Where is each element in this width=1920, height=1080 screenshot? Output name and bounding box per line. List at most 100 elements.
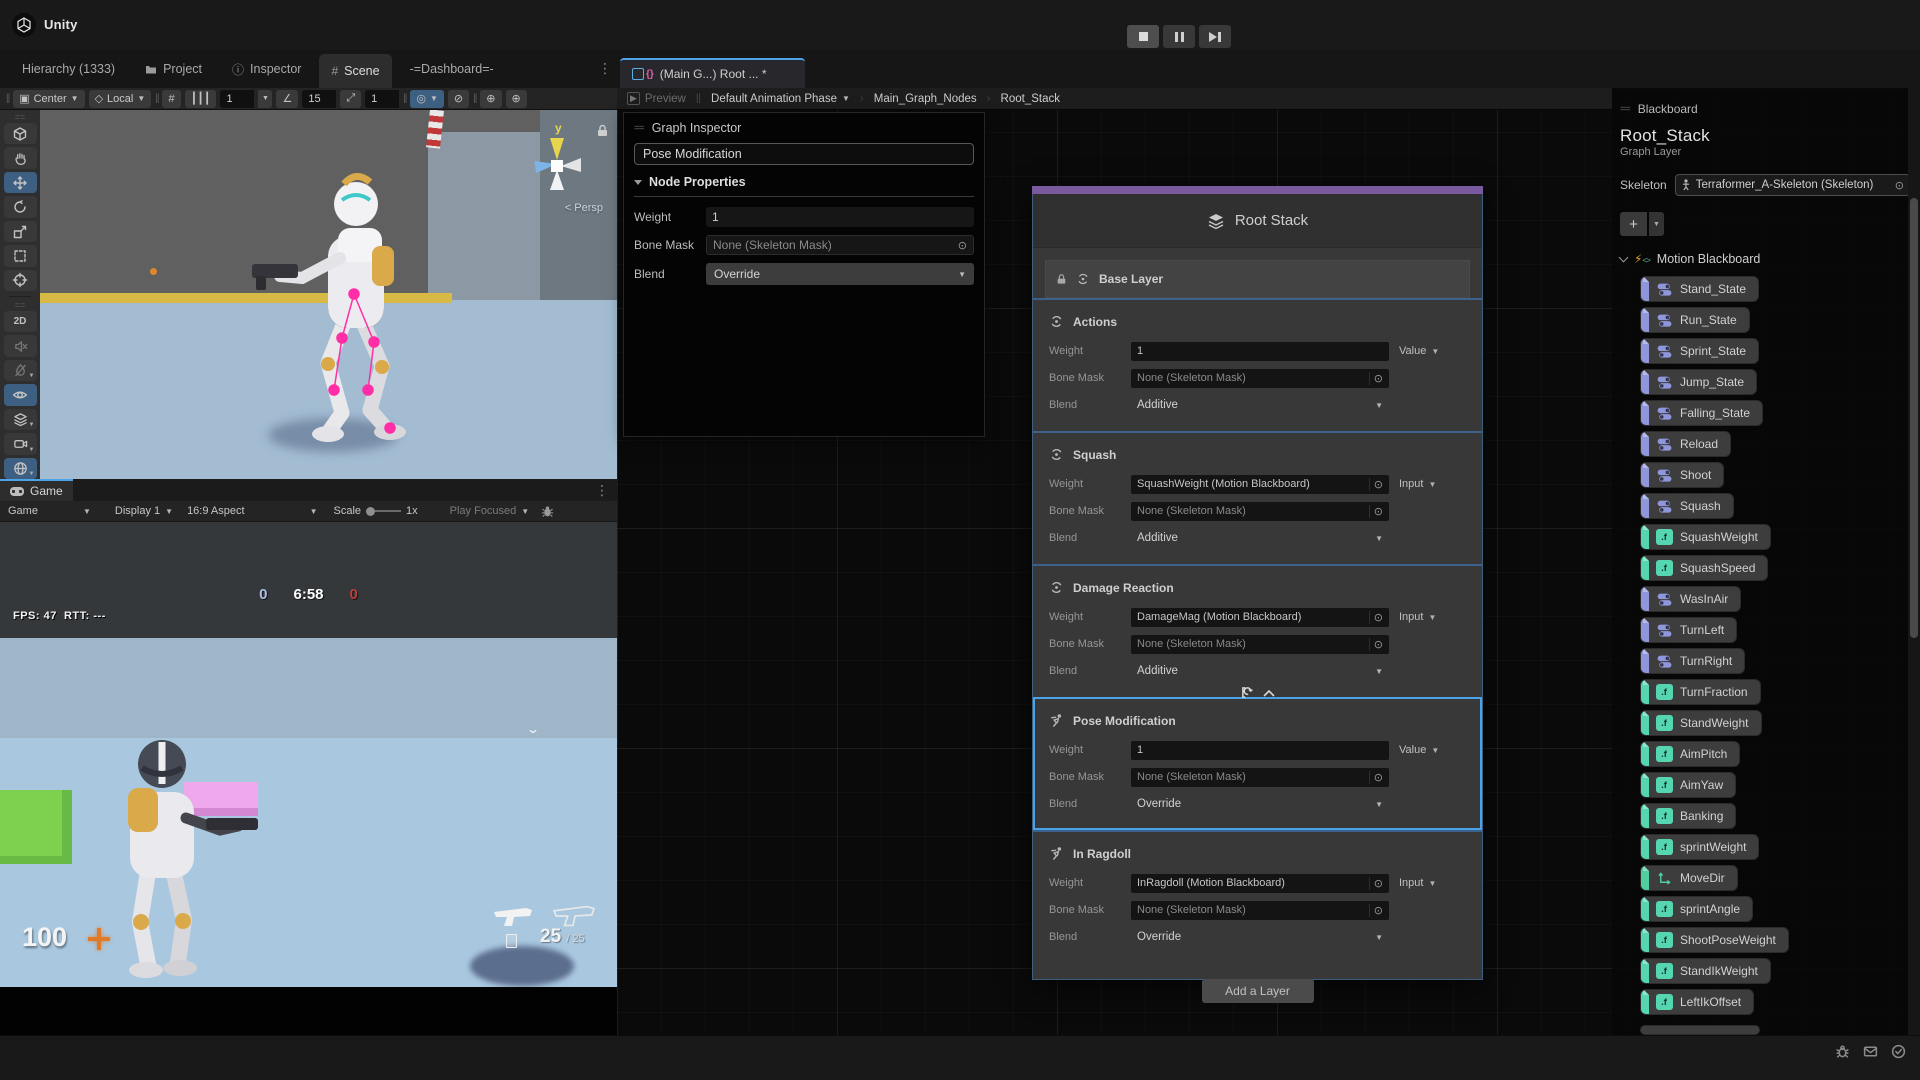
blend-dropdown[interactable]: Additive▼ bbox=[1131, 399, 1389, 411]
toolbar-grip[interactable]: || bbox=[403, 93, 406, 104]
move-snap-button[interactable]: ⤢ bbox=[340, 90, 361, 108]
weight-field[interactable]: 1⊙ bbox=[1131, 741, 1389, 760]
breadcrumb-root-stack[interactable]: Root_Stack bbox=[1001, 93, 1060, 105]
tab-hierarchy[interactable]: Hierarchy (1333) bbox=[10, 53, 127, 85]
weight-field[interactable]: 1⊙ bbox=[1131, 342, 1389, 361]
motion-blackboard-foldout[interactable]: ⚡<> Motion Blackboard bbox=[1620, 252, 1920, 266]
selection-mini-toolbar[interactable] bbox=[1241, 686, 1275, 699]
graph-canvas[interactable]: ▶ Preview || Default Animation Phase▼ › … bbox=[617, 88, 1920, 1035]
weight-field[interactable]: DamageMag (Motion Blackboard)⊙ bbox=[1131, 608, 1389, 627]
blackboard-variable[interactable]: .f Shoot bbox=[1640, 462, 1724, 488]
weight-field[interactable]: InRagdoll (Motion Blackboard)⊙ bbox=[1131, 874, 1389, 893]
tab-scene[interactable]: #Scene bbox=[319, 54, 391, 88]
rect-tool-button[interactable] bbox=[4, 245, 37, 266]
blackboard-variable[interactable]: .f SquashSpeed bbox=[1640, 555, 1768, 581]
gizmo-toggle-1[interactable]: ⊕ bbox=[480, 90, 501, 108]
blackboard-variable[interactable]: .f Jump_State bbox=[1640, 369, 1757, 395]
blackboard-variable[interactable]: .f Squash bbox=[1640, 493, 1734, 519]
weight-mode-dropdown[interactable]: Value▼ bbox=[1399, 744, 1439, 756]
scene-camera-toggle[interactable]: ⊘ bbox=[448, 90, 469, 108]
step-button[interactable] bbox=[1199, 25, 1231, 48]
toolbar-grip[interactable]: || bbox=[6, 93, 9, 104]
object-picker-icon[interactable]: ⊙ bbox=[1369, 478, 1383, 491]
bone-mask-field[interactable]: None (Skeleton Mask)⊙ bbox=[1131, 502, 1389, 521]
move-snap-field[interactable]: 1 bbox=[365, 90, 399, 108]
blackboard-variable[interactable]: .f TurnLeft bbox=[1640, 617, 1737, 643]
object-picker-icon[interactable]: ⊙ bbox=[958, 239, 967, 252]
tab-project[interactable]: Project bbox=[133, 53, 214, 85]
blend-dropdown[interactable]: Override▼ bbox=[706, 263, 974, 285]
add-variable-dropdown[interactable]: ▼ bbox=[1649, 212, 1664, 236]
root-stack-header[interactable]: Root Stack bbox=[1033, 194, 1482, 248]
tab-inspector[interactable]: ⓘInspector bbox=[220, 52, 313, 87]
weight-mode-dropdown[interactable]: Input▼ bbox=[1399, 611, 1436, 623]
debug-bug-icon[interactable] bbox=[541, 505, 554, 518]
blackboard-variable[interactable]: .f AimYaw bbox=[1640, 772, 1736, 798]
breadcrumb-phase[interactable]: Default Animation Phase▼ bbox=[711, 93, 850, 105]
weight-field[interactable]: SquashWeight (Motion Blackboard)⊙ bbox=[1131, 475, 1389, 494]
blackboard-variable[interactable]: .f Sprint_State bbox=[1640, 338, 1759, 364]
gizmo-toggle-2[interactable]: ⊕ bbox=[506, 90, 527, 108]
blackboard-variable[interactable]: .f TurnFraction bbox=[1640, 679, 1761, 705]
skeleton-object-field[interactable]: Terraformer_A-Skeleton (Skeleton) ⊙ bbox=[1675, 174, 1910, 196]
blackboard-variable[interactable]: .f Run_State bbox=[1640, 307, 1750, 333]
hand-tool-button[interactable] bbox=[4, 147, 37, 168]
blackboard-variable[interactable]: .f sprintWeight bbox=[1640, 834, 1759, 860]
scale-knob[interactable] bbox=[366, 507, 375, 516]
blend-dropdown[interactable]: Additive▼ bbox=[1131, 532, 1389, 544]
bone-mask-field[interactable]: None (Skeleton Mask)⊙ bbox=[1131, 635, 1389, 654]
move-tool-button[interactable] bbox=[4, 172, 37, 193]
object-picker-icon[interactable]: ⊙ bbox=[1369, 638, 1383, 651]
bone-mask-field[interactable]: None (Skeleton Mask)⊙ bbox=[1131, 369, 1389, 388]
panel-grip[interactable]: == bbox=[1620, 104, 1630, 115]
object-picker-icon[interactable]: ⊙ bbox=[1369, 505, 1383, 518]
layers-overlay-button[interactable]: ▼ bbox=[4, 409, 37, 430]
object-picker-icon[interactable]: ⊙ bbox=[1369, 771, 1383, 784]
rotate-tool-button[interactable] bbox=[4, 196, 37, 217]
blackboard-variable[interactable]: .f LeftIkOffset bbox=[1640, 989, 1754, 1015]
toolbar-grip[interactable]: || bbox=[155, 93, 158, 104]
blackboard-variable[interactable]: .f WasInAir bbox=[1640, 586, 1741, 612]
blackboard-variable[interactable]: .f SquashWeight bbox=[1640, 524, 1771, 550]
add-layer-button[interactable]: Add a Layer bbox=[1202, 979, 1314, 1003]
blend-dropdown[interactable]: Override▼ bbox=[1131, 798, 1389, 810]
breadcrumb-main-graph[interactable]: Main_Graph_Nodes bbox=[874, 93, 977, 105]
audio-mute-button[interactable] bbox=[4, 335, 37, 356]
grid-size-field[interactable]: 1 bbox=[220, 90, 254, 108]
object-picker-icon[interactable]: ⊙ bbox=[1895, 179, 1904, 192]
weight-mode-dropdown[interactable]: Input▼ bbox=[1399, 478, 1436, 490]
blackboard-variable[interactable]: .f StandWeight bbox=[1640, 710, 1762, 736]
collab-bug-icon[interactable] bbox=[1835, 1044, 1850, 1059]
visibility-eye-button[interactable] bbox=[4, 384, 37, 405]
object-picker-icon[interactable]: ⊙ bbox=[1369, 611, 1383, 624]
graph-window-tab[interactable]: {} (Main G...) Root ... * bbox=[620, 58, 805, 88]
scale-slider[interactable]: Scale 1x bbox=[333, 505, 417, 517]
blackboard-variable[interactable]: .f Falling_State bbox=[1640, 400, 1763, 426]
object-picker-icon[interactable]: ⊙ bbox=[1369, 877, 1383, 890]
layer-section[interactable]: Actions Weight 1⊙ Value▼ Bone Mask None … bbox=[1033, 298, 1482, 431]
layer-section[interactable]: Pose Modification Weight 1⊙ Value▼ Bone … bbox=[1033, 697, 1482, 830]
toolbar-grip[interactable]: || bbox=[473, 93, 476, 104]
bone-mask-field[interactable]: None (Skeleton Mask)⊙ bbox=[1131, 768, 1389, 787]
game-target-dropdown[interactable]: Game▼ bbox=[8, 505, 91, 517]
display-dropdown[interactable]: Display 1▼ bbox=[115, 505, 173, 517]
root-stack-node[interactable]: Root Stack Base Layer bbox=[1032, 186, 1483, 980]
blackboard-variable[interactable]: .f Stand_State bbox=[1640, 276, 1759, 302]
panel-grip[interactable]: == bbox=[634, 123, 644, 134]
tools-grip[interactable]: == bbox=[15, 114, 26, 120]
scene-viewport[interactable]: == == 2D ▼ ▼ ▼ ▼ bbox=[0, 110, 617, 479]
bone-mask-field[interactable]: None (Skeleton Mask)⊙ bbox=[1131, 901, 1389, 920]
game-tab[interactable]: Game bbox=[0, 479, 73, 501]
object-picker-icon[interactable]: ⊙ bbox=[1369, 372, 1383, 385]
blackboard-variable[interactable]: .f sprintAngle bbox=[1640, 896, 1753, 922]
layer-section[interactable]: Damage Reaction Weight DamageMag (Motion… bbox=[1033, 564, 1482, 697]
blackboard-variable[interactable]: .f MoveDir bbox=[1640, 865, 1738, 891]
blackboard-variable[interactable]: .f ShootPoseWeight bbox=[1640, 927, 1789, 953]
tools-grip[interactable]: == bbox=[15, 302, 26, 308]
base-layer-row[interactable]: Base Layer bbox=[1045, 260, 1470, 298]
blackboard-variable[interactable]: .f TurnRight bbox=[1640, 648, 1745, 674]
more-menu-icon[interactable]: ⋮ bbox=[598, 60, 612, 77]
scale-tool-button[interactable] bbox=[4, 221, 37, 242]
blackboard-variable[interactable]: .f StandIkWeight bbox=[1640, 958, 1771, 984]
bone-mask-field[interactable]: None (Skeleton Mask)⊙ bbox=[706, 235, 974, 255]
